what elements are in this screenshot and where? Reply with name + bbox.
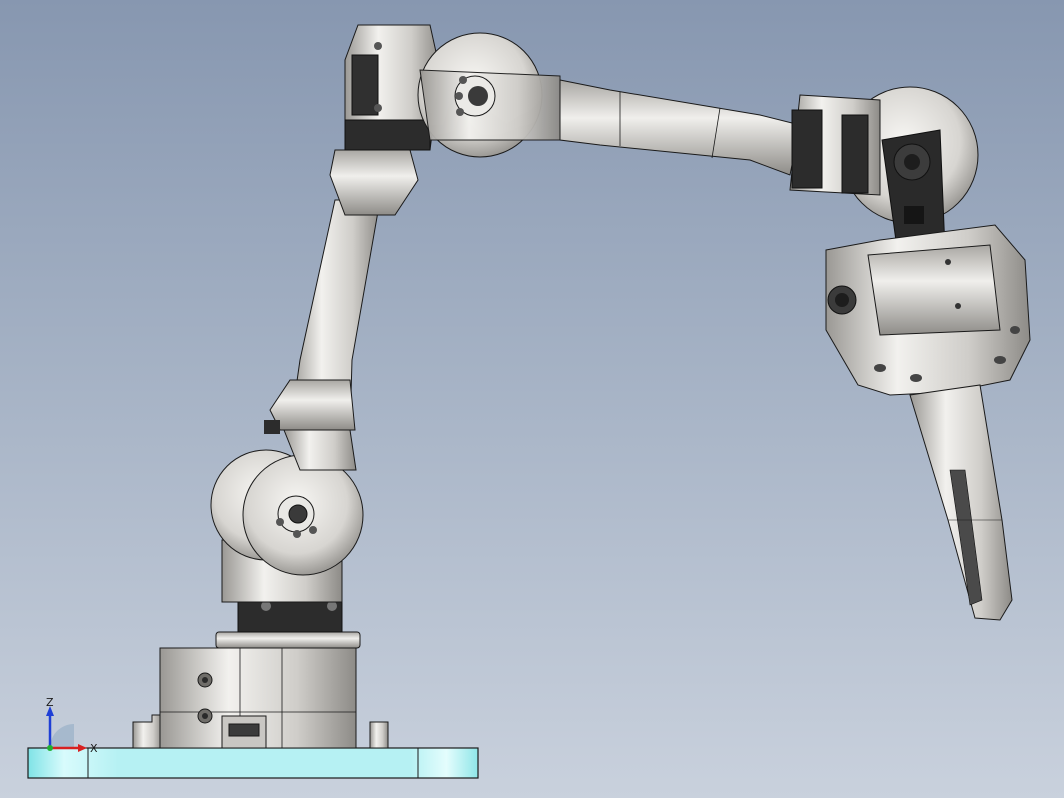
z-axis-label: Z: [46, 696, 54, 709]
shoulder-housing[interactable]: [210, 429, 364, 633]
robot-arm-model[interactable]: [0, 0, 1064, 798]
upper-arm-link[interactable]: [559, 79, 801, 176]
wrist-joint[interactable]: [789, 86, 979, 256]
base-pedestal[interactable]: [132, 631, 389, 749]
gripper-finger[interactable]: [909, 384, 1013, 621]
lower-arm-link[interactable]: [264, 149, 419, 434]
x-axis-label: X: [90, 742, 98, 755]
y-axis-origin: [47, 745, 53, 751]
x-axis-arrow: [78, 744, 87, 752]
coordinate-triad: Z X: [46, 696, 98, 755]
3d-model-viewport[interactable]: Z X: [0, 0, 1064, 798]
elbow-joint[interactable]: [344, 24, 561, 158]
gripper-body[interactable]: [825, 224, 1031, 396]
